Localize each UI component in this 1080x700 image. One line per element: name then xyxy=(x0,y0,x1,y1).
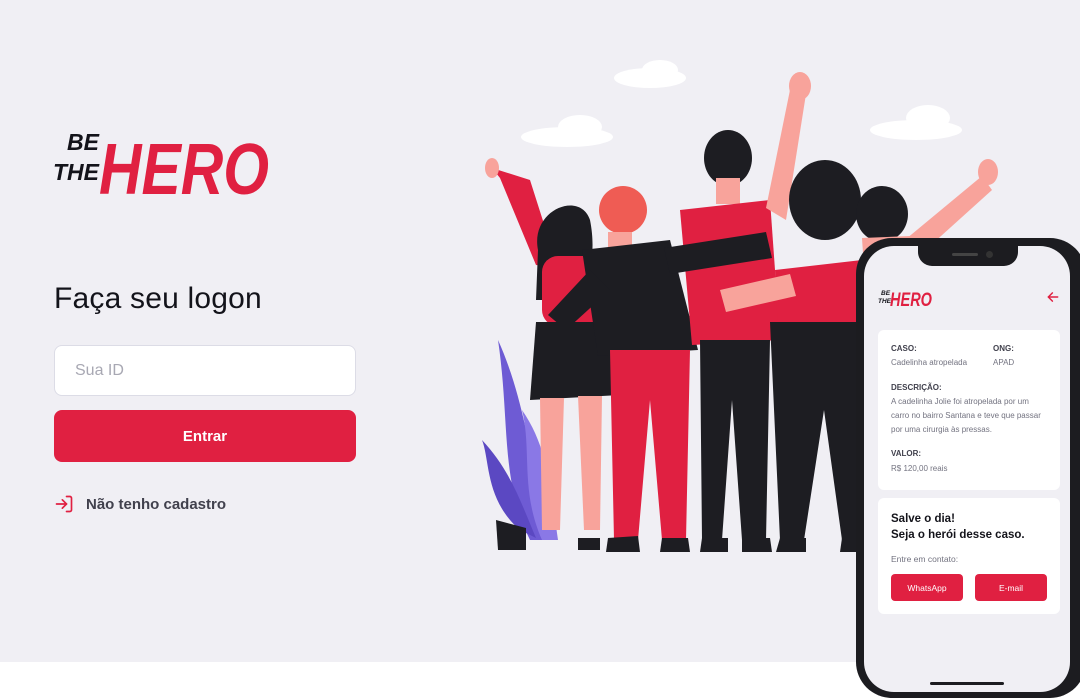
phone-notch xyxy=(918,246,1018,266)
register-link-label: Não tenho cadastro xyxy=(86,495,227,513)
case-label: CASO: xyxy=(891,344,917,353)
be-the-hero-logo-small: BE THE HERO xyxy=(878,290,932,310)
description-line-3: por uma cirurgia às pressas. xyxy=(891,425,992,434)
mini-logo-text-hero: HERO xyxy=(890,290,932,310)
ong-label: ONG: xyxy=(993,344,1014,353)
register-link[interactable]: Não tenho cadastro xyxy=(54,494,226,514)
id-input[interactable] xyxy=(54,345,356,396)
page-title: Faça seu logon xyxy=(54,282,262,315)
email-button[interactable]: E-mail xyxy=(975,574,1047,601)
whatsapp-button[interactable]: WhatsApp xyxy=(891,574,963,601)
contact-label: Entre em contato: xyxy=(891,554,959,564)
be-the-hero-logo: BE THE HERO xyxy=(53,129,269,202)
case-detail-card: CASO: Cadelinha atropelada ONG: APAD DES… xyxy=(878,330,1060,490)
logo-text-be: BE xyxy=(67,129,100,155)
home-indicator xyxy=(930,682,1004,685)
value-amount: R$ 120,00 reais xyxy=(891,464,948,473)
description-line-2: carro no bairro Santana e teve que passa… xyxy=(891,411,1041,420)
contact-card: Salve o dia! Seja o herói desse caso. En… xyxy=(878,498,1060,614)
value-label: VALOR: xyxy=(891,449,922,458)
logo-text-hero: HERO xyxy=(99,130,269,202)
cta-line-2: Seja o herói desse caso. xyxy=(891,529,1025,541)
phone-screen: BE THE HERO CASO: Cadelinha atropelada O… xyxy=(864,246,1070,692)
description-line-1: A cadelinha Jolie foi atropelada por um xyxy=(891,397,1029,406)
logo-text-the: THE xyxy=(53,159,100,185)
logon-page: BE THE HERO Faça seu logon Entrar Não te… xyxy=(0,0,1080,700)
arrow-left-icon[interactable] xyxy=(1046,290,1060,304)
cta-line-1: Salve o dia! xyxy=(891,513,955,525)
case-value: Cadelinha atropelada xyxy=(891,358,968,367)
phone-mockup: BE THE HERO CASO: Cadelinha atropelada O… xyxy=(856,238,1080,698)
log-in-icon xyxy=(55,495,73,513)
ong-value: APAD xyxy=(993,358,1015,367)
description-label: DESCRIÇÃO: xyxy=(891,383,942,392)
clouds xyxy=(521,60,962,147)
login-button[interactable]: Entrar xyxy=(54,410,356,462)
